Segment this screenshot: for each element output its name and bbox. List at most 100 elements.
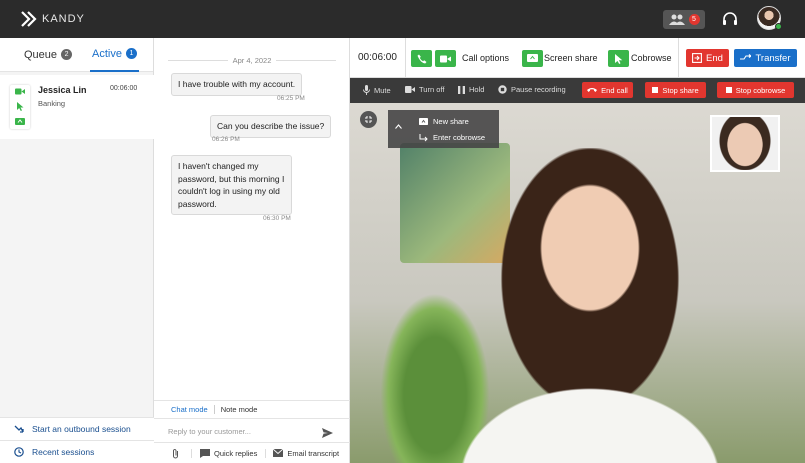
chat-date-separator: Apr 4, 2022	[168, 56, 336, 65]
start-outbound-label: Start an outbound session	[32, 424, 131, 434]
agent-message: Can you describe the issue?	[210, 115, 332, 138]
tab-queue[interactable]: Queue 2	[22, 38, 74, 72]
session-card[interactable]: Jessica Lin Banking 00:06:00	[0, 75, 154, 139]
start-outbound-session-link[interactable]: Start an outbound session	[0, 417, 154, 440]
toolbar-divider	[405, 38, 406, 78]
transfer-icon	[740, 54, 752, 60]
customer-name: Jessica Lin	[38, 85, 87, 95]
cursor-icon	[16, 101, 23, 111]
cobrowse-label[interactable]: Cobrowse	[631, 53, 672, 63]
headset-icon	[723, 12, 737, 25]
screen-share-icon	[419, 118, 428, 125]
hold-label: Hold	[469, 85, 485, 94]
call-panel: 00:06:00 Call options Screen share Cobro…	[350, 38, 805, 463]
enter-cobrowse-item[interactable]: Enter cobrowse	[419, 133, 485, 142]
envelope-icon	[273, 449, 284, 457]
brand-name: KANDY	[42, 13, 85, 25]
screen-share-label[interactable]: Screen share	[544, 53, 598, 63]
cobrowse-button[interactable]	[608, 50, 629, 67]
chat-panel: Apr 4, 2022 I have trouble with my accou…	[154, 38, 350, 463]
microphone-icon	[363, 85, 370, 95]
chat-mode-tab[interactable]: Chat mode	[171, 405, 215, 414]
pause-icon	[458, 85, 465, 94]
reply-input[interactable]	[168, 424, 318, 438]
send-button[interactable]	[322, 425, 333, 443]
media-controls-bar: Mute Turn off Hold Pause recording End c…	[350, 78, 805, 103]
stop-cobrowse-label: Stop cobrowse	[735, 85, 786, 95]
camera-icon	[405, 86, 415, 93]
video-icon	[15, 88, 25, 95]
stop-share-button[interactable]: Stop share	[645, 82, 706, 98]
call-timer: 00:06:00	[358, 52, 397, 63]
email-transcript-button[interactable]: Email transcript	[265, 448, 340, 458]
quick-replies-label: Quick replies	[214, 448, 258, 458]
hold-button[interactable]: Hold	[458, 85, 484, 94]
stop-icon	[652, 87, 659, 93]
left-footer: Start an outbound session Recent session…	[0, 417, 154, 463]
screen-share-button[interactable]	[522, 50, 543, 67]
pause-recording-button[interactable]: Pause recording	[498, 85, 566, 94]
chat-mode-switch: Chat mode Note mode	[154, 400, 350, 418]
agent-self-view[interactable]	[710, 115, 780, 172]
new-share-label: New share	[433, 117, 469, 126]
attach-button[interactable]	[172, 448, 179, 459]
stop-icon	[725, 87, 732, 93]
mute-label: Mute	[374, 85, 391, 95]
session-channel-icons	[10, 85, 30, 129]
share-menu: New share Enter cobrowse	[388, 110, 499, 148]
screen-share-icon	[15, 117, 25, 125]
share-menu-toggle[interactable]	[395, 116, 402, 134]
collapse-button[interactable]	[360, 111, 377, 128]
tab-active-label: Active	[92, 47, 122, 60]
end-session-button[interactable]: End	[686, 49, 729, 67]
enter-cobrowse-label: Enter cobrowse	[433, 133, 486, 142]
tab-active[interactable]: Active 1	[90, 38, 139, 72]
queue-count-badge: 2	[61, 49, 73, 60]
transfer-button[interactable]: Transfer	[734, 49, 797, 67]
session-duration: 00:06:00	[110, 85, 138, 92]
hangup-icon	[587, 88, 598, 92]
email-transcript-label: Email transcript	[287, 448, 340, 458]
record-icon	[498, 85, 507, 94]
session-tabs: Queue 2 Active 1	[0, 38, 153, 72]
call-options-label[interactable]: Call options	[462, 53, 509, 63]
stop-share-label: Stop share	[662, 85, 699, 95]
end-call-button[interactable]: End call	[582, 82, 633, 98]
video-call-button[interactable]	[435, 50, 456, 67]
kandy-logo[interactable]: KANDY	[20, 10, 85, 28]
online-status-indicator	[775, 23, 782, 30]
chat-bubble-icon	[200, 448, 210, 458]
call-toolbar: 00:06:00 Call options Screen share Cobro…	[350, 38, 805, 78]
end-call-label: End call	[601, 85, 628, 95]
chat-tools-bar: Quick replies Email transcript	[154, 442, 350, 463]
clock-icon	[14, 447, 24, 457]
users-button[interactable]: 5	[663, 10, 705, 29]
cursor-icon	[614, 53, 622, 64]
recent-sessions-link[interactable]: Recent sessions	[0, 440, 154, 463]
note-mode-tab[interactable]: Note mode	[221, 405, 258, 414]
reply-box	[154, 418, 350, 442]
sessions-panel: Queue 2 Active 1 Jessica Lin Banking 00:…	[0, 38, 154, 463]
toolbar-divider	[678, 38, 679, 78]
customer-message: I have trouble with my account.	[171, 73, 303, 96]
stop-cobrowse-button[interactable]: Stop cobrowse	[717, 82, 794, 98]
camera-off-button[interactable]: Turn off	[405, 85, 444, 94]
customer-queue: Banking	[38, 99, 66, 108]
voice-call-button[interactable]	[411, 50, 432, 67]
customer-video-shirt	[460, 348, 720, 463]
top-bar: KANDY 5	[0, 0, 805, 38]
message-time: 06:25 PM	[277, 95, 305, 102]
video-camera-icon	[440, 55, 451, 62]
enter-arrow-icon	[419, 133, 428, 141]
end-label: End	[706, 52, 723, 64]
exit-icon	[692, 53, 702, 63]
outbound-arrow-icon	[14, 425, 24, 433]
quick-replies-button[interactable]: Quick replies	[191, 448, 258, 458]
customer-video: New share Enter cobrowse	[350, 103, 805, 463]
transfer-label: Transfer	[755, 52, 791, 64]
chevron-up-icon	[395, 124, 402, 129]
new-share-item[interactable]: New share	[419, 117, 469, 126]
mute-button[interactable]: Mute	[363, 85, 391, 95]
message-time: 06:26 PM	[212, 136, 240, 143]
headset-button[interactable]	[722, 11, 738, 32]
